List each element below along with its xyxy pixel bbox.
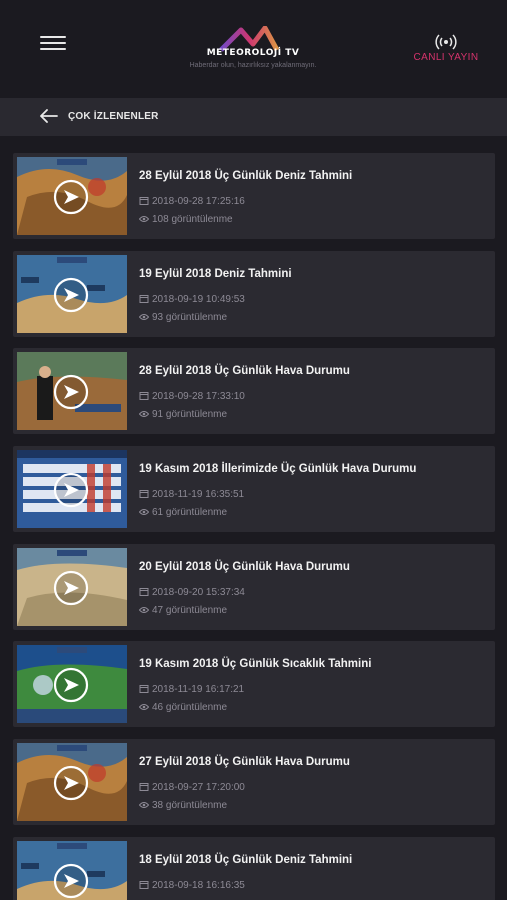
video-card-8[interactable]: 18 Eylül 2018 Üç Günlük Deniz Tahmini 20… (13, 836, 495, 900)
video-title[interactable]: 20 Eylül 2018 Üç Günlük Hava Durumu (139, 561, 350, 573)
calendar-icon (139, 392, 149, 401)
video-views-text: 108 görüntülenme (152, 214, 233, 225)
video-title[interactable]: 28 Eylül 2018 Üç Günlük Deniz Tahmini (139, 170, 352, 182)
video-date: 2018-09-28 17:33:10 (139, 391, 245, 402)
calendar-icon (139, 783, 149, 792)
play-icon[interactable] (53, 277, 89, 313)
calendar-icon (139, 197, 149, 205)
video-thumbnail[interactable] (17, 450, 127, 529)
video-views-text: 91 görüntülenme (152, 409, 228, 421)
video-date: 2018-09-20 15:37:34 (139, 587, 245, 598)
video-views: 91 görüntülenme (139, 409, 227, 420)
video-thumbnail[interactable] (17, 352, 127, 431)
video-date-text: 2018-09-18 16:16:35 (152, 879, 245, 891)
video-date: 2018-11-19 16:17:21 (139, 684, 244, 695)
back-arrow-icon[interactable] (40, 109, 58, 123)
calendar-icon (139, 880, 149, 889)
video-date: 2018-11-19 16:35:51 (139, 489, 244, 500)
video-views-text: 46 görüntülenme (152, 702, 228, 714)
app-header: METEOROLOJİ TV Haberdar olun, hazırlıksı… (0, 0, 507, 98)
video-card-6[interactable]: 19 Kasım 2018 Üç Günlük Sıcaklık Tahmini… (13, 641, 495, 728)
video-card-7[interactable]: 27 Eylül 2018 Üç Günlük Hava Durumu 2018… (13, 739, 495, 826)
video-date: 2018-09-28 17:25:16 (139, 196, 245, 207)
video-title[interactable]: 18 Eylül 2018 Üç Günlük Deniz Tahmini (139, 854, 352, 866)
eye-icon (139, 216, 149, 222)
eye-icon (139, 704, 149, 711)
video-title[interactable]: 27 Eylül 2018 Üç Günlük Hava Durumu (139, 756, 350, 768)
video-list: 28 Eylül 2018 Üç Günlük Deniz Tahmini 20… (13, 153, 495, 900)
calendar-icon (139, 490, 149, 499)
video-views: 38 görüntülenme (139, 800, 227, 811)
eye-icon (139, 411, 149, 418)
video-date: 2018-09-18 16:16:35 (139, 880, 245, 891)
video-date-text: 2018-11-19 16:17:21 (152, 684, 245, 696)
video-thumbnail[interactable] (17, 743, 127, 822)
eye-icon (139, 509, 149, 516)
video-views-text: 61 görüntülenme (152, 507, 228, 519)
video-card-1[interactable]: 28 Eylül 2018 Üç Günlük Deniz Tahmini 20… (13, 153, 495, 239)
video-thumbnail[interactable] (17, 645, 127, 724)
video-date: 2018-09-27 17:20:00 (139, 782, 245, 793)
eye-icon (139, 313, 149, 320)
video-card-5[interactable]: 20 Eylül 2018 Üç Günlük Hava Durumu 2018… (13, 543, 495, 630)
play-icon[interactable] (53, 667, 89, 703)
video-card-3[interactable]: 28 Eylül 2018 Üç Günlük Hava Durumu 2018… (13, 348, 495, 435)
play-icon[interactable] (53, 863, 89, 899)
live-broadcast-button[interactable]: CANLI YAYIN (412, 34, 480, 68)
calendar-icon (139, 587, 149, 596)
video-views-text: 93 görüntülenme (152, 311, 228, 323)
video-thumbnail[interactable] (17, 840, 127, 900)
calendar-icon (139, 685, 149, 694)
video-views-text: 38 görüntülenme (152, 800, 228, 812)
video-views-text: 47 görüntülenme (152, 604, 228, 616)
play-icon[interactable] (53, 179, 89, 215)
play-icon[interactable] (53, 570, 89, 606)
live-label: CANLI YAYIN (413, 52, 479, 63)
video-card-2[interactable]: 19 Eylül 2018 Deniz Tahmini 2018-09-19 1… (13, 250, 495, 337)
video-views: 61 görüntülenme (139, 507, 227, 518)
eye-icon (139, 606, 149, 613)
video-title[interactable]: 28 Eylül 2018 Üç Günlük Hava Durumu (139, 365, 350, 377)
video-date-text: 2018-09-28 17:33:10 (152, 391, 245, 403)
video-views: 47 görüntülenme (139, 605, 227, 616)
video-thumbnail[interactable] (17, 157, 127, 235)
video-views: 46 görüntülenme (139, 702, 227, 713)
broadcast-icon (435, 34, 457, 50)
section-title: ÇOK İZLENENLER (68, 111, 159, 122)
logo-text: METEOROLOJİ TV (206, 48, 300, 58)
eye-icon (139, 802, 149, 809)
video-date: 2018-09-19 10:49:53 (139, 294, 245, 305)
menu-icon[interactable] (40, 36, 66, 50)
video-title[interactable]: 19 Kasım 2018 İllerimizde Üç Günlük Hava… (139, 463, 416, 475)
video-card-4[interactable]: 19 Kasım 2018 İllerimizde Üç Günlük Hava… (13, 446, 495, 533)
video-date-text: 2018-09-19 10:49:53 (152, 293, 245, 305)
play-icon[interactable] (53, 374, 89, 410)
video-date-text: 2018-09-28 17:25:16 (152, 196, 245, 207)
video-title[interactable]: 19 Kasım 2018 Üç Günlük Sıcaklık Tahmini (139, 658, 371, 670)
play-icon[interactable] (53, 765, 89, 801)
video-title[interactable]: 19 Eylül 2018 Deniz Tahmini (139, 268, 292, 280)
video-date-text: 2018-11-19 16:35:51 (152, 489, 245, 501)
calendar-icon (139, 294, 149, 303)
video-thumbnail[interactable] (17, 547, 127, 626)
video-views: 93 görüntülenme (139, 312, 227, 323)
app-logo[interactable]: METEOROLOJİ TV Haberdar olun, hazırlıksı… (178, 26, 328, 70)
video-date-text: 2018-09-20 15:37:34 (152, 586, 245, 598)
play-icon[interactable] (53, 472, 89, 508)
video-thumbnail[interactable] (17, 254, 127, 333)
logo-tagline: Haberdar olun, hazırlıksız yakalanmayın. (189, 62, 317, 69)
video-views: 108 görüntülenme (139, 214, 233, 225)
section-bar: ÇOK İZLENENLER (0, 98, 507, 136)
video-date-text: 2018-09-27 17:20:00 (152, 782, 245, 794)
